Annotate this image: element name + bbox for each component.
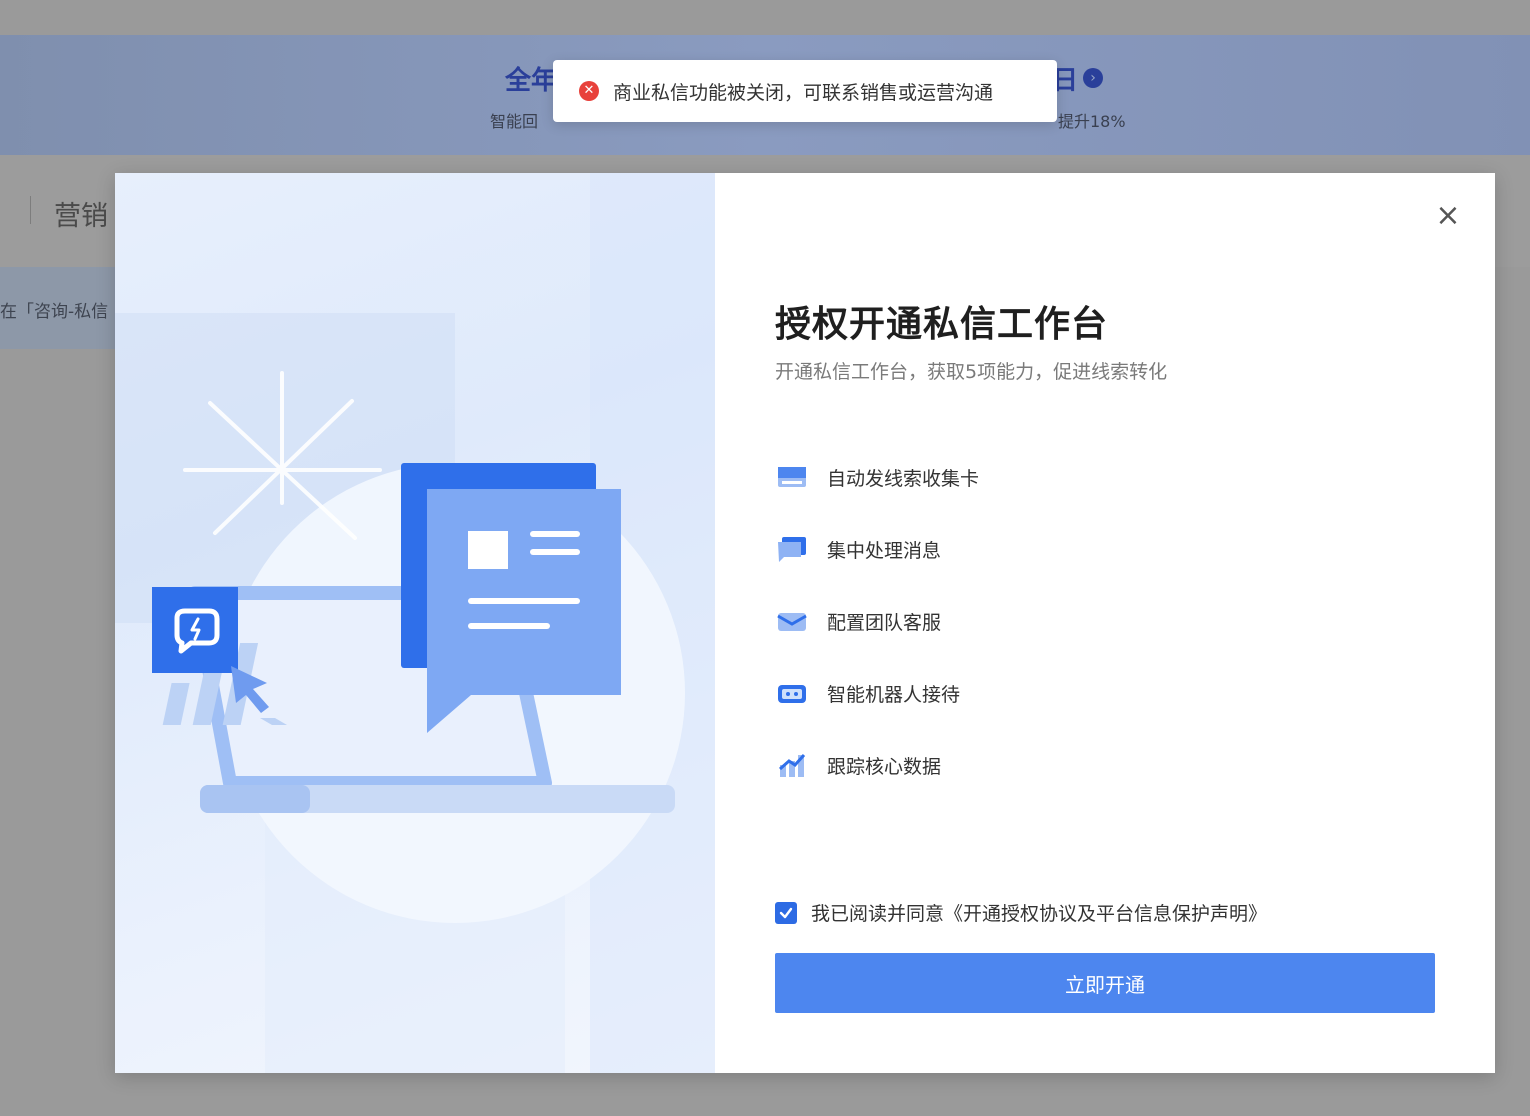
feature-label: 跟踪核心数据 (827, 755, 942, 778)
message-icon (775, 532, 809, 566)
team-service-icon (775, 604, 809, 638)
modal-subtitle: 开通私信工作台，获取5项能力，促进线索转化 (775, 361, 1168, 383)
feature-label: 自动发线索收集卡 (827, 467, 980, 490)
nav-divider (30, 196, 31, 224)
toast-message: 商业私信功能被关闭，可联系销售或运营沟通 (613, 81, 994, 104)
feature-item: 智能机器人接待 (775, 657, 979, 729)
workspace-illustration (152, 371, 685, 923)
agreement-row: 我已阅读并同意 《开通授权协议及平台信息保护声明》 (775, 899, 1267, 926)
info-text: 在「咨询-私信 (0, 302, 109, 322)
card-icon (775, 460, 809, 494)
authorize-modal: × 授权开通私信工作台 开通私信工作台，获取5项能力，促进线索转化 自动发线索收… (115, 173, 1495, 1073)
feature-list: 自动发线索收集卡 集中处理消息 配置团队客服 智能机器人接待 跟踪核心数据 (775, 441, 979, 801)
banner-subtitle: 智能回 (490, 112, 539, 131)
robot-icon (775, 676, 809, 710)
modal-illustration-panel (115, 173, 715, 1073)
close-button[interactable]: × (1433, 201, 1463, 231)
modal-content-panel: × 授权开通私信工作台 开通私信工作台，获取5项能力，促进线索转化 自动发线索收… (715, 173, 1495, 1073)
error-icon: ✕ (579, 81, 599, 101)
feature-item: 自动发线索收集卡 (775, 441, 979, 513)
checkmark-icon (779, 907, 793, 918)
banner-title: 全年 (505, 66, 558, 96)
error-toast: ✕ 商业私信功能被关闭，可联系销售或运营沟通 (553, 60, 1057, 122)
feature-label: 智能机器人接待 (827, 683, 961, 706)
agreement-prefix: 我已阅读并同意 (811, 903, 945, 925)
data-chart-icon (775, 748, 809, 782)
feature-label: 配置团队客服 (827, 611, 942, 634)
agreement-link[interactable]: 《开通授权协议及平台信息保护声明》 (944, 899, 1267, 926)
activate-button[interactable]: 立即开通 (775, 953, 1435, 1013)
feature-item: 集中处理消息 (775, 513, 979, 585)
agreement-checkbox[interactable] (775, 901, 797, 924)
banner-arrow-icon: › (1083, 68, 1103, 88)
modal-title: 授权开通私信工作台 (775, 304, 1109, 345)
feature-label: 集中处理消息 (827, 539, 942, 562)
feature-item: 配置团队客服 (775, 585, 979, 657)
banner-subtitle-end: 提升18% (1058, 112, 1126, 131)
nav-title: 营销 (54, 201, 108, 232)
feature-item: 跟踪核心数据 (775, 729, 979, 801)
